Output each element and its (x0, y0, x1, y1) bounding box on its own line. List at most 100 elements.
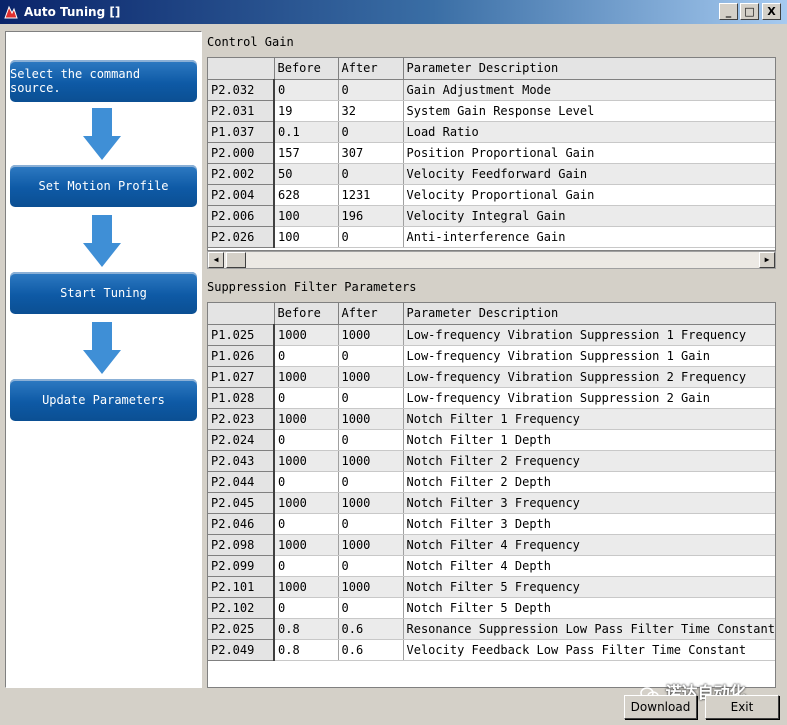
description-cell[interactable]: Notch Filter 2 Frequency (403, 450, 775, 472)
before-value-cell[interactable]: 1000 (274, 576, 339, 598)
after-value-cell[interactable]: 0 (338, 555, 404, 577)
param-id-cell[interactable]: P2.049 (208, 639, 275, 661)
before-value-cell[interactable]: 100 (274, 205, 339, 227)
description-cell[interactable]: Velocity Feedforward Gain (403, 163, 775, 185)
description-cell[interactable]: Notch Filter 5 Frequency (403, 576, 775, 598)
step-set-motion-profile-button[interactable]: Set Motion Profile (10, 165, 197, 207)
exit-button[interactable]: Exit (705, 695, 779, 719)
before-value-cell[interactable]: 0 (274, 597, 339, 619)
after-value-cell[interactable]: 0 (338, 226, 404, 248)
param-id-cell[interactable]: P2.024 (208, 429, 275, 451)
table-row[interactable]: P2.004 628 1231 Velocity Proportional Gain (208, 184, 775, 206)
scroll-thumb[interactable] (226, 252, 246, 268)
before-value-cell[interactable]: 0.1 (274, 121, 339, 143)
step-update-parameters-button[interactable]: Update Parameters (10, 379, 197, 421)
param-id-cell[interactable]: P2.102 (208, 597, 275, 619)
description-cell[interactable]: Velocity Proportional Gain (403, 184, 775, 206)
description-cell[interactable]: Notch Filter 3 Frequency (403, 492, 775, 514)
table-row[interactable]: P2.043 1000 1000 Notch Filter 2 Frequency (208, 450, 775, 472)
param-id-cell[interactable]: P1.028 (208, 387, 275, 409)
scroll-right-icon[interactable]: ▶ (759, 252, 775, 268)
before-value-cell[interactable]: 0 (274, 387, 339, 409)
before-value-cell[interactable]: 628 (274, 184, 339, 206)
after-value-cell[interactable]: 0 (338, 471, 404, 493)
table-row[interactable]: P2.044 0 0 Notch Filter 2 Depth (208, 471, 775, 493)
description-cell[interactable]: Load Ratio (403, 121, 775, 143)
description-cell[interactable]: Low-frequency Vibration Suppression 1 Fr… (403, 324, 775, 346)
table-row[interactable]: P2.025 0.8 0.6 Resonance Suppression Low Pa… (208, 618, 775, 640)
before-value-cell[interactable]: 1000 (274, 366, 339, 388)
control-gain-horizontal-scrollbar[interactable]: ◀ ▶ (207, 251, 776, 269)
download-button[interactable]: Download (624, 695, 697, 719)
param-id-cell[interactable]: P2.032 (208, 79, 275, 101)
column-header-after[interactable]: After (338, 58, 404, 80)
after-value-cell[interactable]: 1000 (338, 366, 404, 388)
param-id-cell[interactable]: P2.046 (208, 513, 275, 535)
table-row[interactable]: P2.032 0 0 Gain Adjustment Mode (208, 79, 775, 101)
table-row[interactable]: P2.024 0 0 Notch Filter 1 Depth (208, 429, 775, 451)
before-value-cell[interactable]: 1000 (274, 324, 339, 346)
after-value-cell[interactable]: 0 (338, 79, 404, 101)
description-cell[interactable]: Position Proportional Gain (403, 142, 775, 164)
column-header-before[interactable]: Before (274, 58, 339, 80)
before-value-cell[interactable]: 0 (274, 345, 339, 367)
after-value-cell[interactable]: 196 (338, 205, 404, 227)
before-value-cell[interactable]: 0 (274, 79, 339, 101)
table-row[interactable]: P2.006 100 196 Velocity Integral Gain (208, 205, 775, 227)
after-value-cell[interactable]: 0 (338, 163, 404, 185)
after-value-cell[interactable]: 1000 (338, 450, 404, 472)
after-value-cell[interactable]: 307 (338, 142, 404, 164)
table-row[interactable]: P2.099 0 0 Notch Filter 4 Depth (208, 555, 775, 577)
description-cell[interactable]: Low-frequency Vibration Suppression 2 Ga… (403, 387, 775, 409)
description-cell[interactable]: System Gain Response Level (403, 100, 775, 122)
table-row[interactable]: P2.102 0 0 Notch Filter 5 Depth (208, 597, 775, 619)
table-row[interactable]: P2.101 1000 1000 Notch Filter 5 Frequency (208, 576, 775, 598)
table-row[interactable]: P2.045 1000 1000 Notch Filter 3 Frequency (208, 492, 775, 514)
column-header-description[interactable]: Parameter Description (403, 303, 775, 325)
column-header-before[interactable]: Before (274, 303, 339, 325)
param-id-cell[interactable]: P1.025 (208, 324, 275, 346)
after-value-cell[interactable]: 1000 (338, 408, 404, 430)
param-id-cell[interactable]: P2.101 (208, 576, 275, 598)
param-id-cell[interactable]: P2.031 (208, 100, 275, 122)
table-row[interactable]: P2.002 50 0 Velocity Feedforward Gain (208, 163, 775, 185)
description-cell[interactable]: Notch Filter 4 Frequency (403, 534, 775, 556)
before-value-cell[interactable]: 0.8 (274, 618, 339, 640)
after-value-cell[interactable]: 0 (338, 597, 404, 619)
param-id-cell[interactable]: P2.002 (208, 163, 275, 185)
param-id-cell[interactable]: P2.023 (208, 408, 275, 430)
table-row[interactable]: P1.025 1000 1000 Low-frequency Vibration Su… (208, 324, 775, 346)
step-start-tuning-button[interactable]: Start Tuning (10, 272, 197, 314)
scroll-left-icon[interactable]: ◀ (208, 252, 224, 268)
description-cell[interactable]: Velocity Feedback Low Pass Filter Time C… (403, 639, 775, 661)
description-cell[interactable]: Resonance Suppression Low Pass Filter Ti… (403, 618, 775, 640)
after-value-cell[interactable]: 32 (338, 100, 404, 122)
control-gain-grid[interactable]: Before After Parameter Description P2.03… (207, 57, 776, 251)
param-id-cell[interactable]: P1.026 (208, 345, 275, 367)
table-row[interactable]: P1.027 1000 1000 Low-frequency Vibration Su… (208, 366, 775, 388)
after-value-cell[interactable]: 0 (338, 429, 404, 451)
suppression-filter-grid[interactable]: Before After Parameter Description P1.02… (207, 302, 776, 688)
column-header-description[interactable]: Parameter Description (403, 58, 775, 80)
param-id-cell[interactable]: P2.004 (208, 184, 275, 206)
before-value-cell[interactable]: 1000 (274, 534, 339, 556)
before-value-cell[interactable]: 19 (274, 100, 339, 122)
table-row[interactable]: P2.026 100 0 Anti-interference Gain (208, 226, 775, 248)
before-value-cell[interactable]: 1000 (274, 450, 339, 472)
table-row[interactable]: P2.046 0 0 Notch Filter 3 Depth (208, 513, 775, 535)
before-value-cell[interactable]: 0 (274, 429, 339, 451)
description-cell[interactable]: Velocity Integral Gain (403, 205, 775, 227)
step-select-command-source-button[interactable]: Select the command source. (10, 60, 197, 102)
after-value-cell[interactable]: 1000 (338, 576, 404, 598)
after-value-cell[interactable]: 0 (338, 387, 404, 409)
param-id-cell[interactable]: P2.000 (208, 142, 275, 164)
after-value-cell[interactable]: 1231 (338, 184, 404, 206)
after-value-cell[interactable]: 0 (338, 345, 404, 367)
table-row[interactable]: P2.098 1000 1000 Notch Filter 4 Frequency (208, 534, 775, 556)
maximize-button[interactable]: □ (740, 3, 759, 20)
description-cell[interactable]: Notch Filter 1 Depth (403, 429, 775, 451)
minimize-button[interactable]: _ (719, 3, 738, 20)
param-id-cell[interactable]: P2.044 (208, 471, 275, 493)
after-value-cell[interactable]: 1000 (338, 324, 404, 346)
param-id-cell[interactable]: P1.037 (208, 121, 275, 143)
